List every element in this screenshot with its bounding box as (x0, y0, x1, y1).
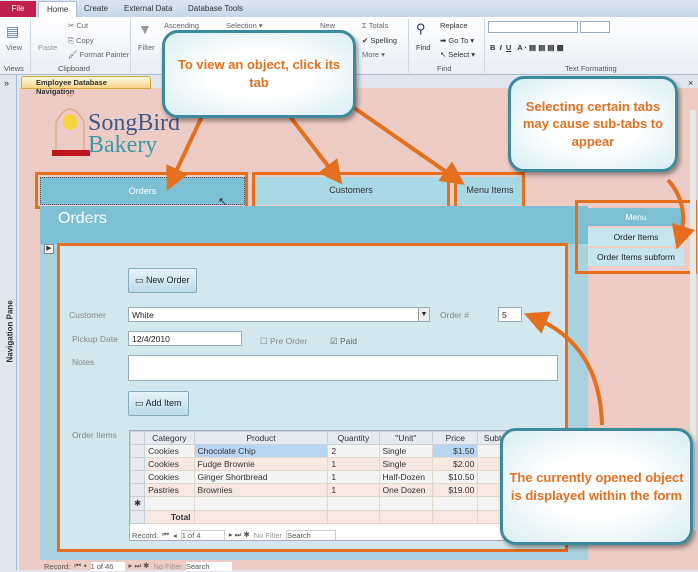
arrow-to-menu-items (348, 103, 465, 185)
callout-view-object: To view an object, click its tab (162, 30, 356, 118)
arrow-to-orders (166, 109, 207, 191)
arrow-to-subtabs (666, 178, 695, 250)
callout-opened-object: The currently opened object is displayed… (500, 428, 693, 545)
callout-sub-tabs: Selecting certain tabs may cause sub-tab… (508, 76, 678, 172)
arrow-to-customers (283, 108, 343, 185)
arrow-to-form (523, 311, 604, 426)
